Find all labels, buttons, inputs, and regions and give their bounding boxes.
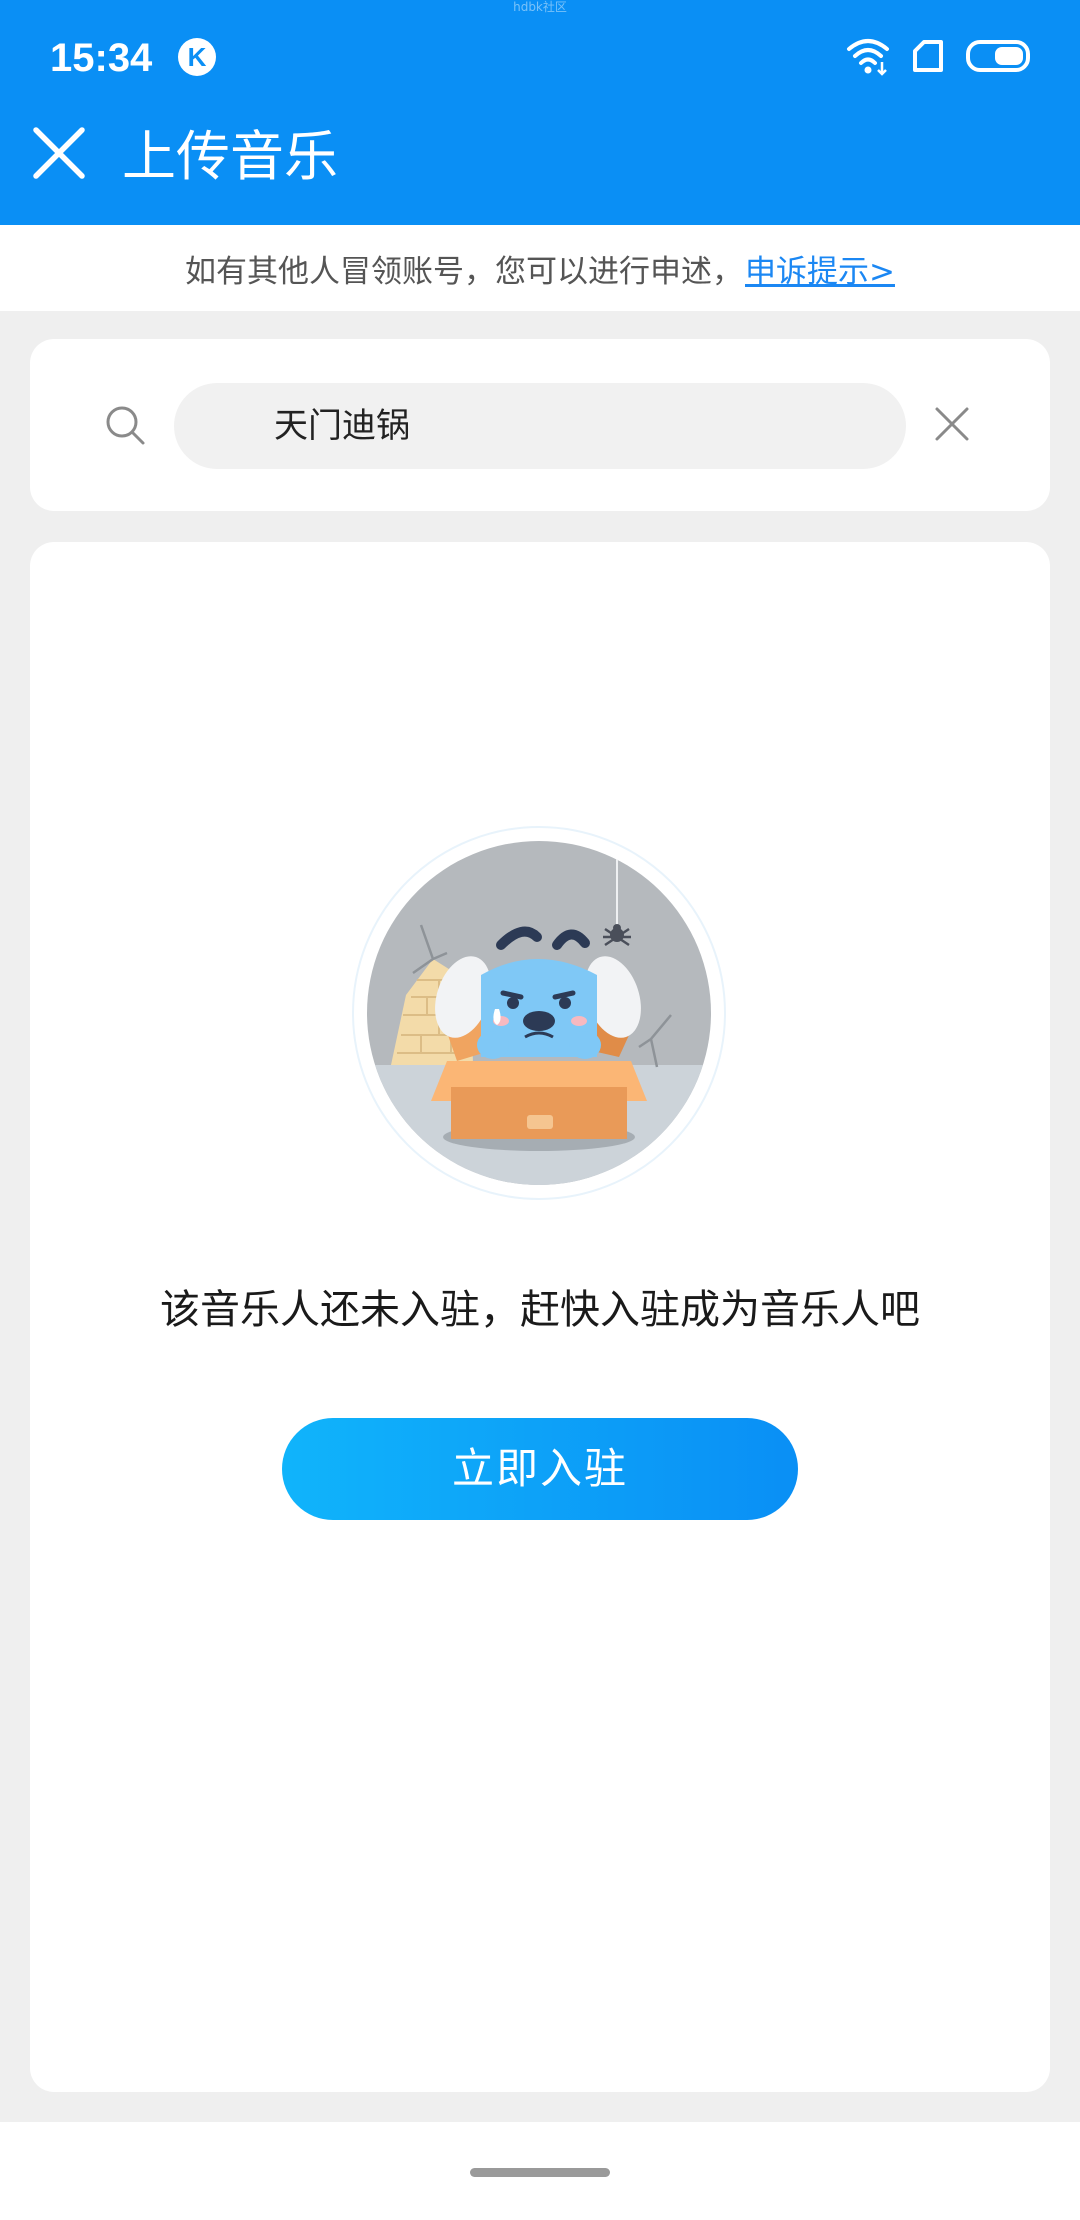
clear-icon[interactable]	[934, 406, 970, 442]
search-icon	[104, 404, 146, 446]
empty-state-card: 该音乐人还未入驻，赶快入驻成为音乐人吧 立即入驻	[30, 542, 1050, 2092]
sad-dog-in-box-illustration	[351, 825, 727, 1201]
status-icons	[846, 30, 1032, 86]
close-icon	[33, 127, 85, 179]
page-title: 上传音乐	[122, 125, 338, 188]
appeal-tips-link[interactable]: 申诉提示>	[745, 246, 895, 291]
empty-state-message: 该音乐人还未入驻，赶快入驻成为音乐人吧	[160, 1287, 920, 1333]
status-time: 15:34	[50, 36, 153, 80]
wifi-icon	[846, 36, 890, 80]
sim-icon	[912, 39, 944, 77]
search-input-value: 天门迪锅	[274, 406, 410, 446]
notice-bar: 如有其他人冒领账号，您可以进行申述， 申诉提示>	[0, 225, 1080, 311]
battery-icon	[966, 39, 1032, 77]
home-indicator[interactable]	[470, 2168, 610, 2177]
notice-text: 如有其他人冒领账号，您可以进行申述，	[185, 253, 743, 290]
search-card: 天门迪锅	[30, 339, 1050, 511]
navigation-bar	[0, 2122, 1080, 2220]
app-bar: 15:34 K hdbk社区 上传音乐	[0, 0, 1080, 225]
search-input[interactable]: 天门迪锅	[174, 383, 906, 469]
status-carrier-text: hdbk社区	[513, 0, 567, 14]
k-app-icon: K	[178, 38, 216, 76]
join-now-button[interactable]: 立即入驻	[282, 1418, 798, 1520]
close-button[interactable]	[30, 124, 88, 182]
